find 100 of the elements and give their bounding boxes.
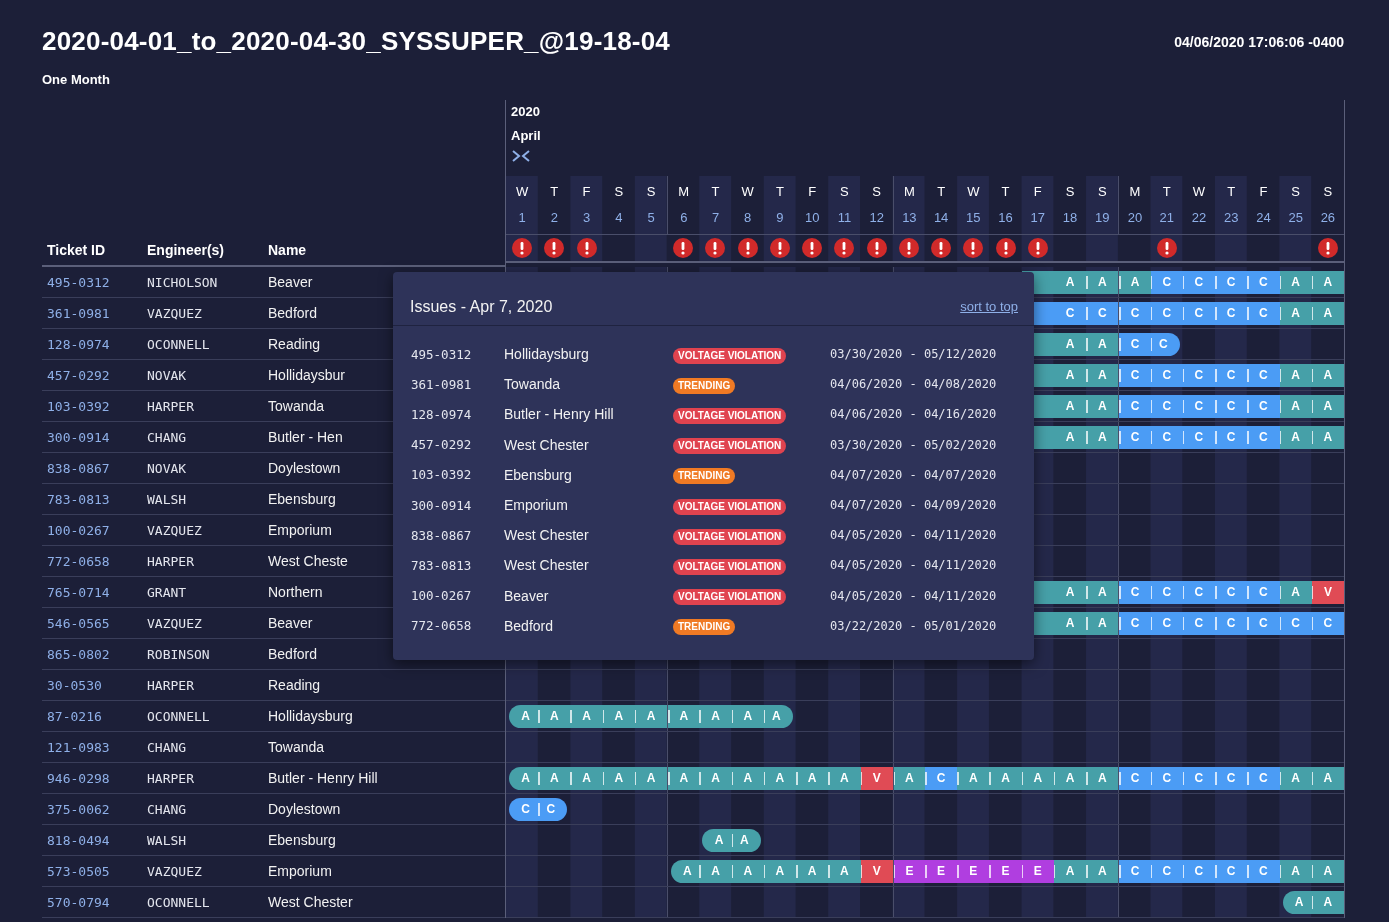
alert-icon[interactable] (512, 238, 533, 258)
weekday-label: T (550, 184, 559, 200)
date-label: 21 (1159, 210, 1174, 226)
alert-icon[interactable] (802, 238, 823, 258)
status-cell: E (893, 859, 925, 883)
weekday-label: T (775, 184, 784, 200)
status-cell: C (1247, 859, 1280, 883)
date-label: 19 (1095, 210, 1110, 226)
ticket-link[interactable]: 375-0062 (47, 801, 147, 817)
engineer-name: CHANG (147, 429, 188, 445)
site-name: Emporium (504, 497, 569, 514)
status-cell: C (1150, 301, 1183, 325)
date-range: 04/05/2020 - 04/11/2020 (830, 588, 998, 603)
status-cell: C (1247, 270, 1280, 294)
ticket-link[interactable]: 103-0392 (47, 398, 147, 414)
ticket-link[interactable]: 495-0312 (47, 274, 147, 290)
alert-icon[interactable] (544, 238, 565, 258)
alert-icon[interactable] (705, 238, 726, 258)
ticket-link[interactable]: 300-0914 (47, 429, 147, 445)
status-cell: C (1150, 394, 1183, 418)
status-cell: C (1119, 580, 1151, 604)
site-name: Ebensburg (268, 832, 336, 848)
ticket-link[interactable]: 87-0216 (47, 708, 147, 724)
status-cell: C (1311, 611, 1344, 635)
ticket-link[interactable]: 121-0983 (47, 739, 147, 755)
ticket-link[interactable]: 573-0505 (47, 863, 147, 879)
ticket-link[interactable]: 128-0974 (47, 336, 147, 352)
ticket-link[interactable]: 946-0298 (47, 770, 147, 786)
status-cell: C (538, 797, 568, 821)
status-cell: C (1150, 332, 1180, 356)
alert-icon[interactable] (898, 238, 919, 258)
date-range: 03/22/2020 - 05/01/2020 (830, 618, 998, 633)
site-name: Northern (268, 584, 323, 600)
status-cell: C (1119, 394, 1151, 418)
date-label: 14 (933, 210, 949, 226)
alert-icon[interactable] (1027, 238, 1048, 258)
alert-icon[interactable] (737, 238, 758, 258)
engineer-name: WALSH (147, 832, 188, 848)
ticket-link[interactable]: 765-0714 (47, 584, 147, 600)
site-name: Towanda (268, 739, 325, 755)
alert-icon[interactable] (1317, 238, 1338, 258)
engineer-name: HARPER (147, 770, 195, 786)
status-cell: C (509, 797, 539, 821)
site-name: Ebensburg (268, 491, 336, 507)
engineer-name: OCONNELL (147, 708, 211, 724)
report-title: 2020-04-01_to_2020-04-30_SYSSUPER_@19-18-04 (42, 26, 670, 57)
site-name: West Chester (268, 894, 353, 910)
status-cell: A (538, 766, 571, 790)
status-cell: A (1053, 611, 1087, 635)
sort-link[interactable]: sort to top (960, 299, 1018, 314)
alert-icon[interactable] (673, 238, 694, 258)
ticket-link[interactable]: 546-0565 (47, 615, 147, 631)
ticket-link[interactable]: 30-0530 (47, 677, 147, 693)
engineer-name: NOVAK (147, 367, 188, 383)
date-label: 25 (1288, 210, 1303, 226)
ticket-id: 361-0981 (411, 376, 473, 392)
site-name: Hollidaysburg (504, 346, 590, 363)
engineer-name: VAZQUEZ (147, 305, 203, 321)
status-cell: A (989, 766, 1022, 790)
status-cell: A (1053, 394, 1087, 418)
ticket-id: 457-0292 (411, 437, 473, 453)
ticket-link[interactable]: 865-0802 (47, 646, 147, 662)
engineer-name: OCONNELL (147, 336, 211, 352)
status-cell: A (509, 704, 539, 728)
engineer-name: ROBINSON (147, 646, 211, 662)
status-cell: A (731, 859, 764, 883)
ticket-link[interactable]: 838-0867 (47, 460, 147, 476)
status-cell: A (1053, 766, 1087, 790)
status-cell: A (1279, 766, 1312, 790)
status-cell: A (668, 704, 700, 728)
ticket-link[interactable]: 818-0494 (47, 832, 147, 848)
ticket-link[interactable]: 100-0267 (47, 522, 147, 538)
alert-icon[interactable] (834, 238, 855, 258)
alert-icon[interactable] (963, 238, 984, 258)
weekday-label: W (967, 184, 980, 200)
month-label: April (511, 127, 542, 145)
alert-icon[interactable] (866, 238, 887, 258)
alert-icon[interactable] (769, 238, 790, 258)
ticket-link[interactable]: 361-0981 (47, 305, 147, 321)
weekday-label: T (1227, 184, 1236, 200)
status-cell: A (763, 766, 797, 790)
date-label: 9 (776, 210, 784, 226)
alert-icon[interactable] (931, 238, 952, 258)
ticket-link[interactable]: 772-0658 (47, 553, 147, 569)
status-cell: A (1086, 332, 1119, 356)
alert-icon[interactable] (576, 238, 597, 258)
status-cell: C (1247, 425, 1280, 449)
alert-icon[interactable] (1156, 238, 1177, 258)
status-cell: A (1086, 425, 1119, 449)
status-cell: C (1182, 425, 1216, 449)
collapse-icon[interactable] (512, 150, 530, 162)
ticket-id: 838-0867 (411, 527, 473, 543)
ticket-link[interactable]: 570-0794 (47, 894, 147, 910)
status-cell: A (671, 859, 700, 883)
ticket-id: 495-0312 (411, 346, 473, 362)
status-cell: C (1182, 363, 1216, 387)
alert-icon[interactable] (995, 238, 1016, 258)
status-cell: C (1150, 363, 1183, 387)
ticket-link[interactable]: 457-0292 (47, 367, 147, 383)
ticket-link[interactable]: 783-0813 (47, 491, 147, 507)
